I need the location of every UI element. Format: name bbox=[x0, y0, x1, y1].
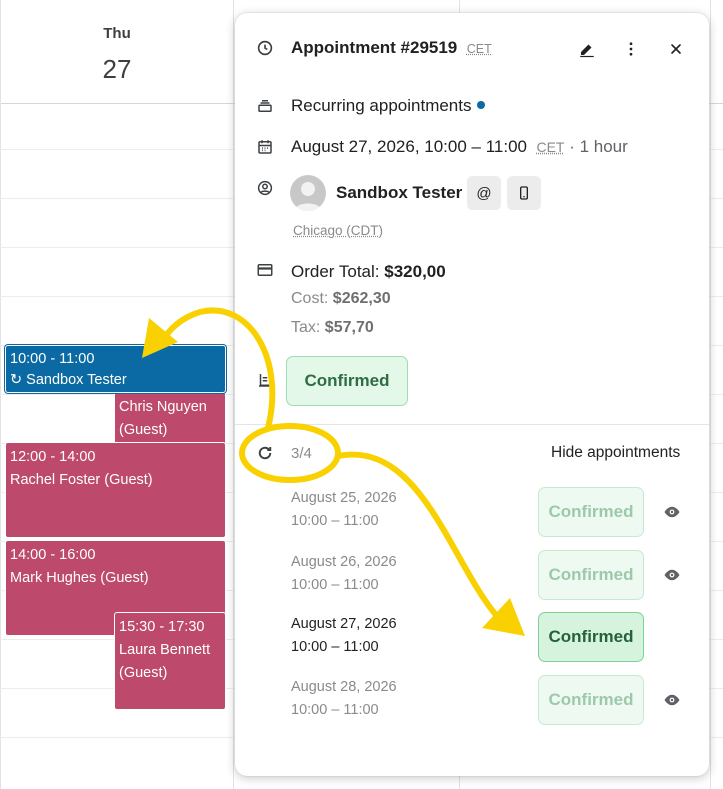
event-title: Chris Nguyen (Guest) bbox=[119, 399, 207, 438]
clipboard-icon bbox=[256, 371, 274, 389]
more-vertical-icon bbox=[629, 42, 633, 56]
clock-icon bbox=[256, 39, 274, 57]
view-occurrence-button[interactable] bbox=[662, 502, 682, 522]
status-dropdown[interactable]: Confirmed bbox=[286, 356, 408, 406]
occurrence-date: August 27, 2026 bbox=[291, 616, 397, 632]
event-title: ↻ Sandbox Tester bbox=[10, 372, 127, 388]
order-total-value: $320,00 bbox=[384, 262, 446, 281]
calendar-icon bbox=[256, 138, 274, 156]
pencil-icon bbox=[580, 44, 594, 58]
close-icon bbox=[671, 44, 681, 54]
appointment-datetime: August 27, 2026, 10:00 – 11:00 bbox=[291, 137, 527, 156]
event-time: 15:30 - 17:30 bbox=[119, 619, 205, 635]
event-time: 14:00 - 16:00 bbox=[10, 547, 96, 563]
refresh-icon bbox=[256, 444, 274, 462]
occurrence-time: 10:00 – 11:00 bbox=[291, 577, 379, 593]
email-icon: @ bbox=[476, 184, 492, 202]
stack-icon bbox=[256, 97, 274, 115]
occurrence-status-badge[interactable]: Confirmed bbox=[538, 550, 644, 600]
occurrence-item[interactable]: August 25, 2026 10:00 – 11:00 bbox=[291, 487, 397, 533]
occurrence-date: August 26, 2026 bbox=[291, 554, 397, 570]
credit-card-icon bbox=[256, 261, 274, 279]
view-occurrence-button[interactable] bbox=[662, 690, 682, 710]
user-circle-icon bbox=[256, 179, 274, 197]
occurrence-time: 10:00 – 11:00 bbox=[291, 639, 379, 655]
datetime-timezone-tag[interactable]: CET bbox=[536, 139, 564, 155]
occurrence-item[interactable]: August 28, 2026 10:00 – 11:00 bbox=[291, 676, 397, 722]
appointment-title-text: Appointment #29519 bbox=[291, 38, 458, 57]
close-button[interactable] bbox=[664, 37, 688, 61]
email-button[interactable]: @ bbox=[467, 176, 501, 210]
day-number[interactable]: 27 bbox=[86, 54, 148, 85]
event-title: Rachel Foster (Guest) bbox=[10, 472, 153, 488]
occurrence-item-current[interactable]: August 27, 2026 10:00 – 11:00 bbox=[291, 613, 397, 659]
phone-button[interactable] bbox=[507, 176, 541, 210]
phone-icon bbox=[520, 186, 528, 200]
day-name: Thu bbox=[103, 25, 131, 42]
recurring-label-row: Recurring appointments bbox=[291, 96, 486, 116]
order-total-label: Order Total: bbox=[291, 262, 380, 281]
more-options-button[interactable] bbox=[619, 37, 643, 61]
cost-label: Cost: bbox=[291, 290, 329, 307]
order-total: Order Total: $320,00 bbox=[291, 262, 446, 282]
calendar-event-laura[interactable]: 15:30 - 17:30 Laura Bennett (Guest) bbox=[114, 612, 226, 710]
appointment-popover: Appointment #29519 CET Recurring appoint… bbox=[235, 13, 709, 776]
recurring-label: Recurring appointments bbox=[291, 96, 472, 115]
eye-icon bbox=[664, 506, 680, 518]
event-title: Mark Hughes (Guest) bbox=[10, 570, 149, 586]
avatar bbox=[290, 175, 326, 211]
edit-button[interactable] bbox=[575, 37, 599, 61]
event-time: 10:00 - 11:00 bbox=[10, 351, 95, 367]
event-title: Laura Bennett (Guest) bbox=[119, 642, 211, 681]
occurrence-counter: 3/4 bbox=[291, 445, 312, 462]
appointment-datetime-row: August 27, 2026, 10:00 – 11:00 CET · 1 h… bbox=[291, 137, 628, 157]
calendar-event-rachel[interactable]: 12:00 - 14:00 Rachel Foster (Guest) bbox=[5, 442, 226, 538]
cost-row: Cost: $262,30 bbox=[291, 290, 391, 308]
appointment-title: Appointment #29519 CET bbox=[291, 38, 492, 58]
tax-label: Tax: bbox=[291, 319, 321, 336]
occurrence-time: 10:00 – 11:00 bbox=[291, 513, 379, 529]
occurrence-status-badge[interactable]: Confirmed bbox=[538, 487, 644, 537]
occurrence-status-badge[interactable]: Confirmed bbox=[538, 675, 644, 725]
occurrence-status-badge-current[interactable]: Confirmed bbox=[538, 612, 644, 662]
eye-icon bbox=[664, 694, 680, 706]
cost-value: $262,30 bbox=[332, 290, 391, 307]
occurrence-item[interactable]: August 26, 2026 10:00 – 11:00 bbox=[291, 551, 397, 597]
occurrence-time: 10:00 – 11:00 bbox=[291, 702, 379, 718]
view-occurrence-button[interactable] bbox=[662, 565, 682, 585]
tax-value: $57,70 bbox=[324, 319, 374, 336]
hide-appointments-link[interactable]: Hide appointments bbox=[551, 444, 680, 462]
recurring-indicator-dot bbox=[477, 101, 486, 109]
title-timezone-tag[interactable]: CET bbox=[467, 42, 492, 56]
eye-icon bbox=[664, 569, 680, 581]
occurrence-date: August 25, 2026 bbox=[291, 490, 397, 506]
event-time: 12:00 - 14:00 bbox=[10, 449, 96, 465]
customer-name[interactable]: Sandbox Tester bbox=[336, 183, 462, 203]
tax-row: Tax: $57,70 bbox=[291, 319, 374, 337]
calendar-event-sandbox-selected[interactable]: 10:00 - 11:00 ↻ Sandbox Tester bbox=[5, 345, 226, 393]
occurrence-date: August 28, 2026 bbox=[291, 679, 397, 695]
customer-timezone[interactable]: Chicago (CDT) bbox=[293, 223, 383, 238]
appointment-duration: · 1 hour bbox=[569, 137, 628, 156]
section-divider bbox=[235, 424, 709, 425]
